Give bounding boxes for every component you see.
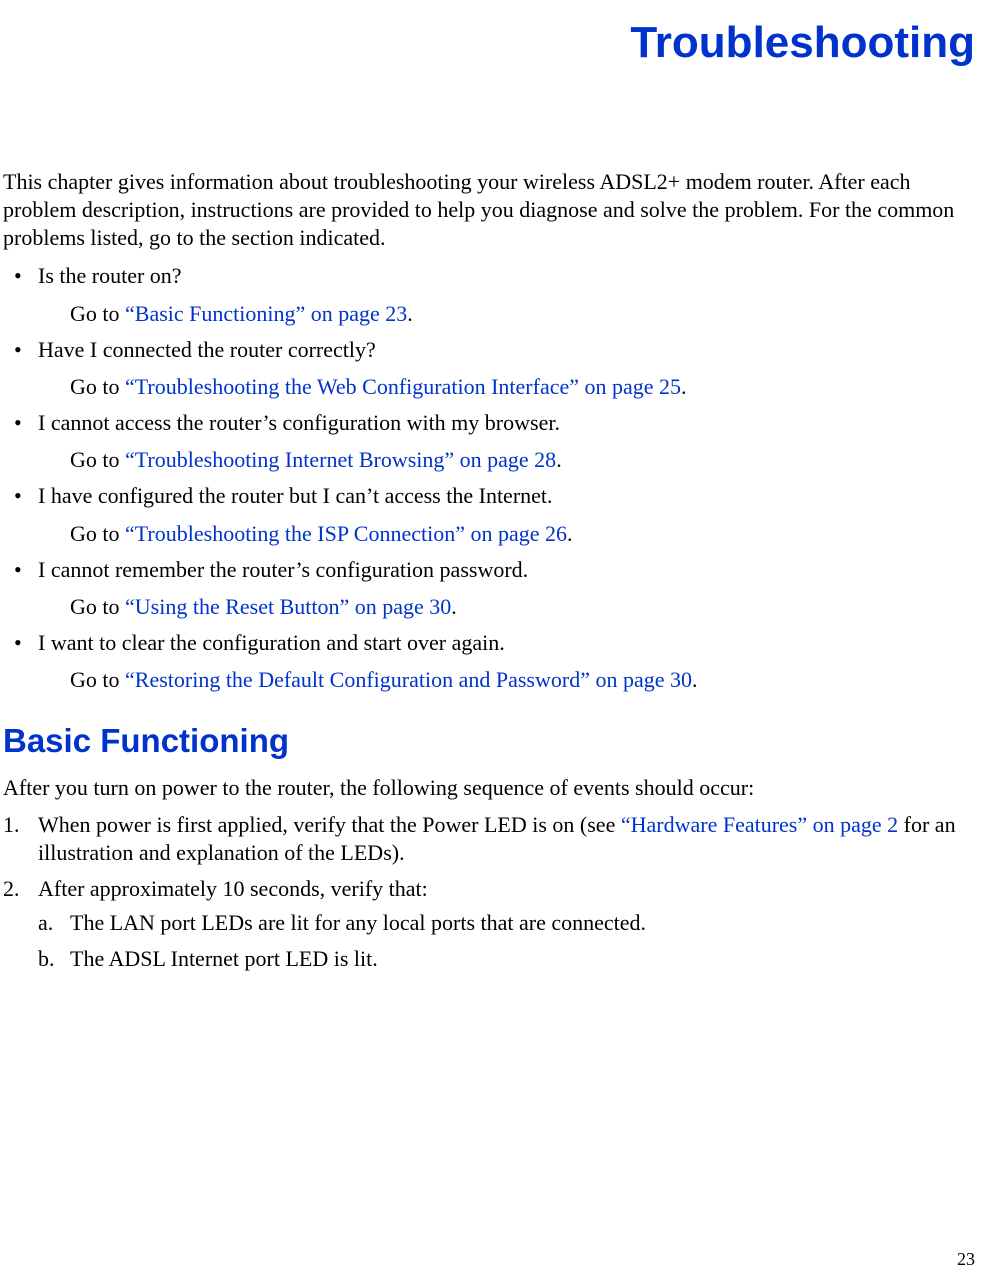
substep-text: The ADSL Internet port LED is lit. — [70, 946, 378, 971]
cross-ref-link[interactable]: “Basic Functioning” on page 23 — [125, 301, 407, 326]
list-item: Have I connected the router correctly? G… — [0, 336, 991, 401]
cross-ref-link[interactable]: “Troubleshooting the ISP Connection” on … — [125, 521, 567, 546]
goto-suffix: . — [681, 374, 687, 399]
goto-suffix: . — [451, 594, 457, 619]
goto-suffix: . — [556, 447, 562, 472]
section-heading: Basic Functioning — [3, 722, 991, 760]
intro-paragraph: This chapter gives information about tro… — [0, 168, 991, 252]
cross-ref-link[interactable]: “Hardware Features” on page 2 — [621, 812, 898, 837]
lettered-list: The LAN port LEDs are lit for any local … — [38, 909, 983, 973]
step-text: After approximately 10 seconds, verify t… — [38, 876, 428, 901]
goto-line: Go to “Restoring the Default Configurati… — [70, 666, 991, 694]
goto-prefix: Go to — [70, 447, 125, 472]
chapter-title: Troubleshooting — [0, 18, 975, 68]
section-intro: After you turn on power to the router, t… — [3, 774, 991, 802]
goto-prefix: Go to — [70, 374, 125, 399]
cross-ref-link[interactable]: “Troubleshooting Internet Browsing” on p… — [125, 447, 556, 472]
list-item: When power is first applied, verify that… — [0, 811, 983, 867]
goto-suffix: . — [692, 667, 698, 692]
list-item: I cannot access the router’s configurati… — [0, 409, 991, 474]
page-number: 23 — [957, 1249, 975, 1270]
list-item: Is the router on? Go to “Basic Functioni… — [0, 262, 991, 327]
cross-ref-link[interactable]: “Using the Reset Button” on page 30 — [125, 594, 451, 619]
goto-line: Go to “Basic Functioning” on page 23. — [70, 300, 991, 328]
list-item: I want to clear the configuration and st… — [0, 629, 991, 694]
question-text: Have I connected the router correctly? — [38, 337, 376, 362]
problem-list: Is the router on? Go to “Basic Functioni… — [0, 262, 991, 694]
question-text: I cannot access the router’s configurati… — [38, 410, 560, 435]
question-text: I have configured the router but I can’t… — [38, 483, 553, 508]
goto-line: Go to “Troubleshooting the ISP Connectio… — [70, 520, 991, 548]
step-text-pre: When power is first applied, verify that… — [38, 812, 621, 837]
list-item: I cannot remember the router’s configura… — [0, 556, 991, 621]
goto-prefix: Go to — [70, 667, 125, 692]
goto-suffix: . — [567, 521, 573, 546]
goto-line: Go to “Using the Reset Button” on page 3… — [70, 593, 991, 621]
list-item: The LAN port LEDs are lit for any local … — [38, 909, 983, 937]
goto-prefix: Go to — [70, 301, 125, 326]
goto-line: Go to “Troubleshooting Internet Browsing… — [70, 446, 991, 474]
list-item: The ADSL Internet port LED is lit. — [38, 945, 983, 973]
goto-line: Go to “Troubleshooting the Web Configura… — [70, 373, 991, 401]
question-text: I cannot remember the router’s configura… — [38, 557, 528, 582]
numbered-list: When power is first applied, verify that… — [0, 811, 991, 974]
goto-prefix: Go to — [70, 521, 125, 546]
goto-suffix: . — [407, 301, 413, 326]
cross-ref-link[interactable]: “Restoring the Default Configuration and… — [125, 667, 692, 692]
question-text: Is the router on? — [38, 263, 182, 288]
question-text: I want to clear the configuration and st… — [38, 630, 505, 655]
list-item: After approximately 10 seconds, verify t… — [0, 875, 983, 973]
substep-text: The LAN port LEDs are lit for any local … — [70, 910, 646, 935]
goto-prefix: Go to — [70, 594, 125, 619]
cross-ref-link[interactable]: “Troubleshooting the Web Configuration I… — [125, 374, 681, 399]
page: Troubleshooting This chapter gives infor… — [0, 18, 991, 1286]
list-item: I have configured the router but I can’t… — [0, 482, 991, 547]
